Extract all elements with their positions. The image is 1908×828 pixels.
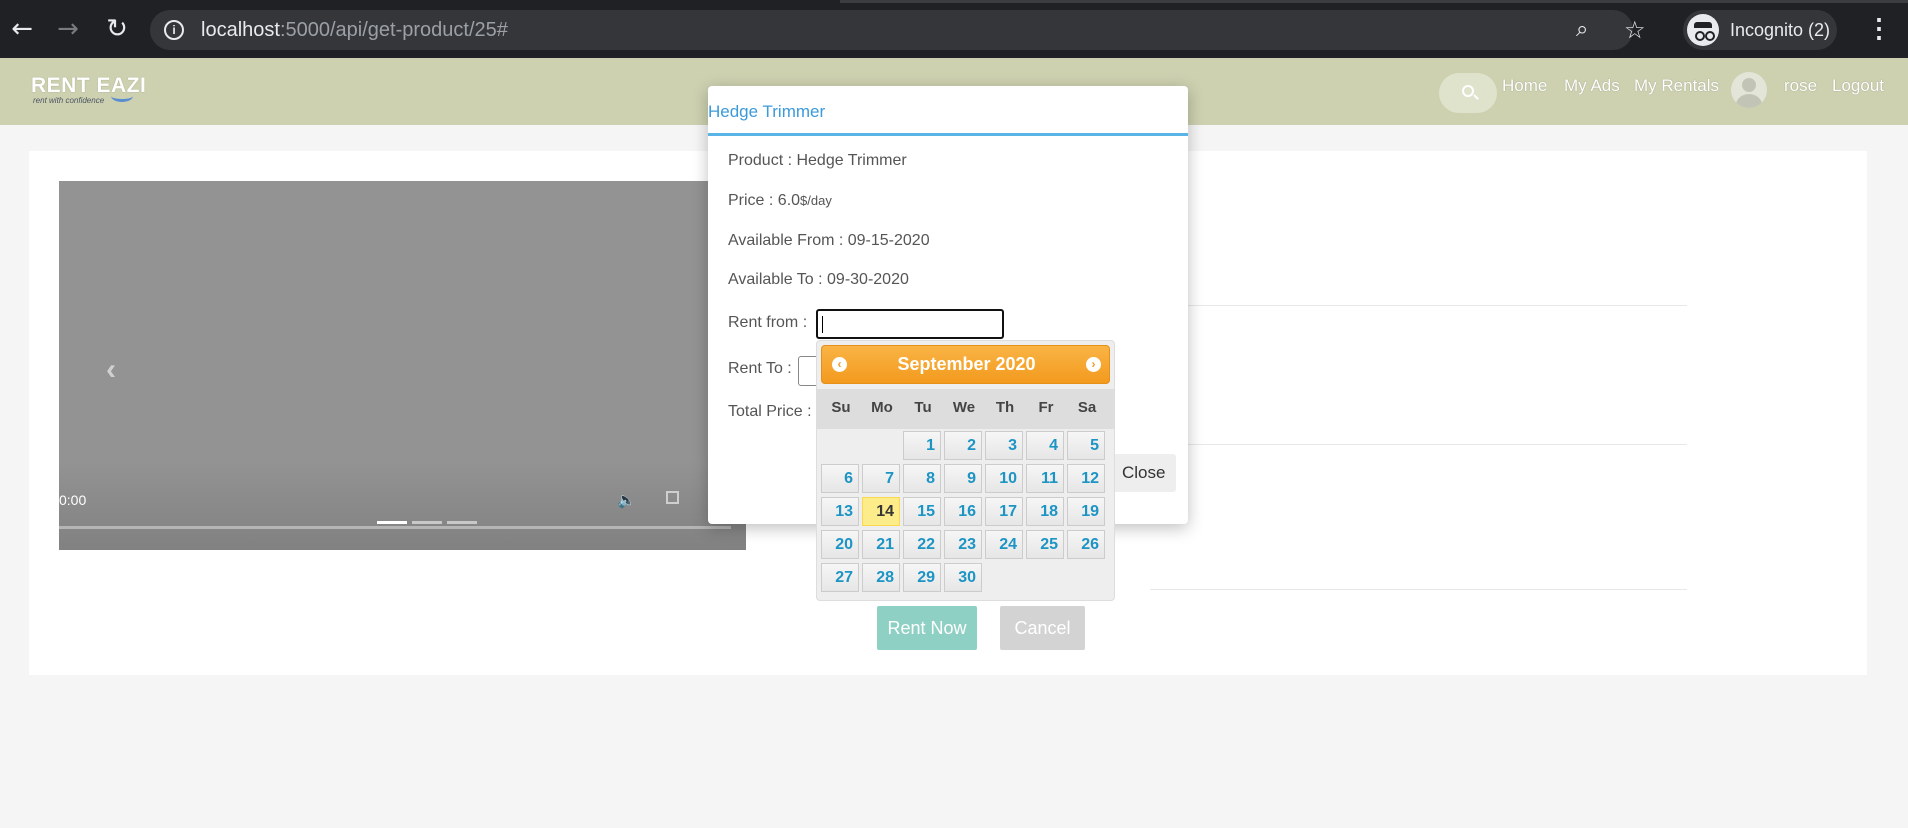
datepicker-title: September 2020 <box>822 354 1111 375</box>
bookmark-star-icon[interactable]: ☆ <box>1624 16 1646 44</box>
calendar-day[interactable]: 13 <box>821 497 859 526</box>
incognito-icon <box>1687 14 1719 46</box>
search-icon <box>1462 85 1474 97</box>
calendar-day[interactable]: 24 <box>985 530 1023 559</box>
rent-from-input[interactable] <box>816 309 1004 339</box>
site-logo[interactable]: RENT EAZI rent with confidence <box>31 74 146 105</box>
total-price-label: Total Price : <box>728 403 812 420</box>
incognito-label: Incognito (2) <box>1730 20 1831 40</box>
url-path: :5000/api/get-product/25# <box>279 19 508 41</box>
carousel-indicator[interactable] <box>447 521 477 524</box>
available-from: Available From : 09-15-2020 <box>728 232 930 249</box>
calendar-day[interactable]: 16 <box>944 497 982 526</box>
calendar-day[interactable]: 27 <box>821 563 859 592</box>
cancel-button[interactable]: Cancel <box>1000 606 1085 650</box>
forward-icon[interactable]: → <box>52 13 84 45</box>
user-avatar[interactable] <box>1731 72 1767 108</box>
incognito-profile-button[interactable]: Incognito (2) <box>1683 10 1837 50</box>
next-month-icon[interactable]: › <box>1086 357 1101 372</box>
zoom-icon[interactable]: ⌕ <box>1576 17 1588 42</box>
video-controls-shade <box>59 460 746 550</box>
weekday-label: Su <box>831 399 851 416</box>
calendar-day[interactable]: 7 <box>862 464 900 493</box>
tab-strip-edge <box>840 0 1908 3</box>
weekday-label: Tu <box>914 399 932 416</box>
calendar-day[interactable]: 20 <box>821 530 859 559</box>
calendar-day[interactable]: 11 <box>1026 464 1064 493</box>
datepicker-year: 2020 <box>995 354 1036 374</box>
price-label: Price : 6.0 <box>728 192 801 209</box>
datepicker-header: ‹ September 2020 › <box>821 345 1110 384</box>
nav-username[interactable]: rose <box>1784 76 1817 96</box>
site-info-icon[interactable]: i <box>164 20 184 40</box>
carousel-indicator[interactable] <box>412 521 442 524</box>
available-to: Available To : 09-30-2020 <box>728 271 909 288</box>
nav-my-ads[interactable]: My Ads <box>1564 76 1620 96</box>
video-time: 0:00 <box>59 492 87 508</box>
datepicker-month: September <box>897 354 991 374</box>
carousel-prev-icon[interactable]: ‹ <box>106 353 116 387</box>
address-bar[interactable]: i localhost:5000/api/get-product/25# ⌕ ☆ <box>150 10 1646 50</box>
price-row: Price : 6.0$/day <box>728 192 832 210</box>
url-host: localhost <box>201 19 280 41</box>
calendar-day[interactable]: 6 <box>821 464 859 493</box>
calendar-day[interactable]: 26 <box>1067 530 1105 559</box>
details-divider <box>1150 305 1687 306</box>
calendar-day[interactable]: 8 <box>903 464 941 493</box>
text-caret <box>822 316 823 333</box>
volume-icon[interactable]: 🔈 <box>617 491 636 509</box>
back-icon[interactable]: ← <box>6 13 38 45</box>
product-label: Product : Hedge Trimmer <box>728 152 907 169</box>
calendar-day[interactable]: 1 <box>903 431 941 460</box>
calendar-day[interactable]: 3 <box>985 431 1023 460</box>
browser-menu-icon[interactable]: ⋮ <box>1866 12 1892 44</box>
modal-title-underline <box>708 133 1188 136</box>
logo-swoosh-icon <box>111 90 133 102</box>
calendar-day[interactable]: 10 <box>985 464 1023 493</box>
calendar-day[interactable]: 28 <box>862 563 900 592</box>
nav-home[interactable]: Home <box>1502 76 1547 96</box>
weekday-label: We <box>952 399 976 416</box>
calendar-day[interactable]: 9 <box>944 464 982 493</box>
fullscreen-icon[interactable] <box>666 491 679 504</box>
details-divider <box>1150 444 1687 445</box>
browser-toolbar: ← → ↻ i localhost:5000/api/get-product/2… <box>0 0 1908 58</box>
calendar-day[interactable]: 30 <box>944 563 982 592</box>
search-button[interactable] <box>1439 73 1497 113</box>
weekday-label: Th <box>995 399 1015 416</box>
calendar-day[interactable]: 5 <box>1067 431 1105 460</box>
price-unit: $/day <box>800 193 832 208</box>
weekday-label: Sa <box>1077 399 1097 416</box>
url-text[interactable]: localhost:5000/api/get-product/25# <box>201 19 508 42</box>
calendar-day-highlighted[interactable]: 14 <box>862 497 900 526</box>
calendar-day[interactable]: 12 <box>1067 464 1105 493</box>
calendar-day[interactable]: 2 <box>944 431 982 460</box>
calendar-day[interactable]: 23 <box>944 530 982 559</box>
calendar-day[interactable]: 21 <box>862 530 900 559</box>
nav-my-rentals[interactable]: My Rentals <box>1634 76 1719 96</box>
calendar-day[interactable]: 19 <box>1067 497 1105 526</box>
rent-now-button[interactable]: Rent Now <box>877 606 977 650</box>
calendar-day[interactable]: 17 <box>985 497 1023 526</box>
datepicker: ‹ September 2020 › Su Mo Tu We Th Fr Sa … <box>816 340 1115 601</box>
product-media-carousel[interactable]: ‹ 0:00 🔈 <box>59 181 746 550</box>
calendar-day[interactable]: 29 <box>903 563 941 592</box>
modal-title: Hedge Trimmer <box>708 102 826 121</box>
nav-logout[interactable]: Logout <box>1832 76 1884 96</box>
details-divider <box>1150 589 1687 590</box>
rent-to-label: Rent To : <box>728 360 792 377</box>
carousel-indicator[interactable] <box>377 521 407 524</box>
rent-from-label: Rent from : <box>728 314 808 331</box>
calendar-day[interactable]: 18 <box>1026 497 1064 526</box>
reload-icon[interactable]: ↻ <box>101 13 133 45</box>
calendar-day[interactable]: 22 <box>903 530 941 559</box>
weekday-label: Mo <box>871 399 893 416</box>
weekday-label: Fr <box>1038 399 1054 416</box>
calendar-day[interactable]: 4 <box>1026 431 1064 460</box>
video-progress-bar[interactable] <box>59 526 731 529</box>
calendar-day[interactable]: 15 <box>903 497 941 526</box>
calendar-day[interactable]: 25 <box>1026 530 1064 559</box>
